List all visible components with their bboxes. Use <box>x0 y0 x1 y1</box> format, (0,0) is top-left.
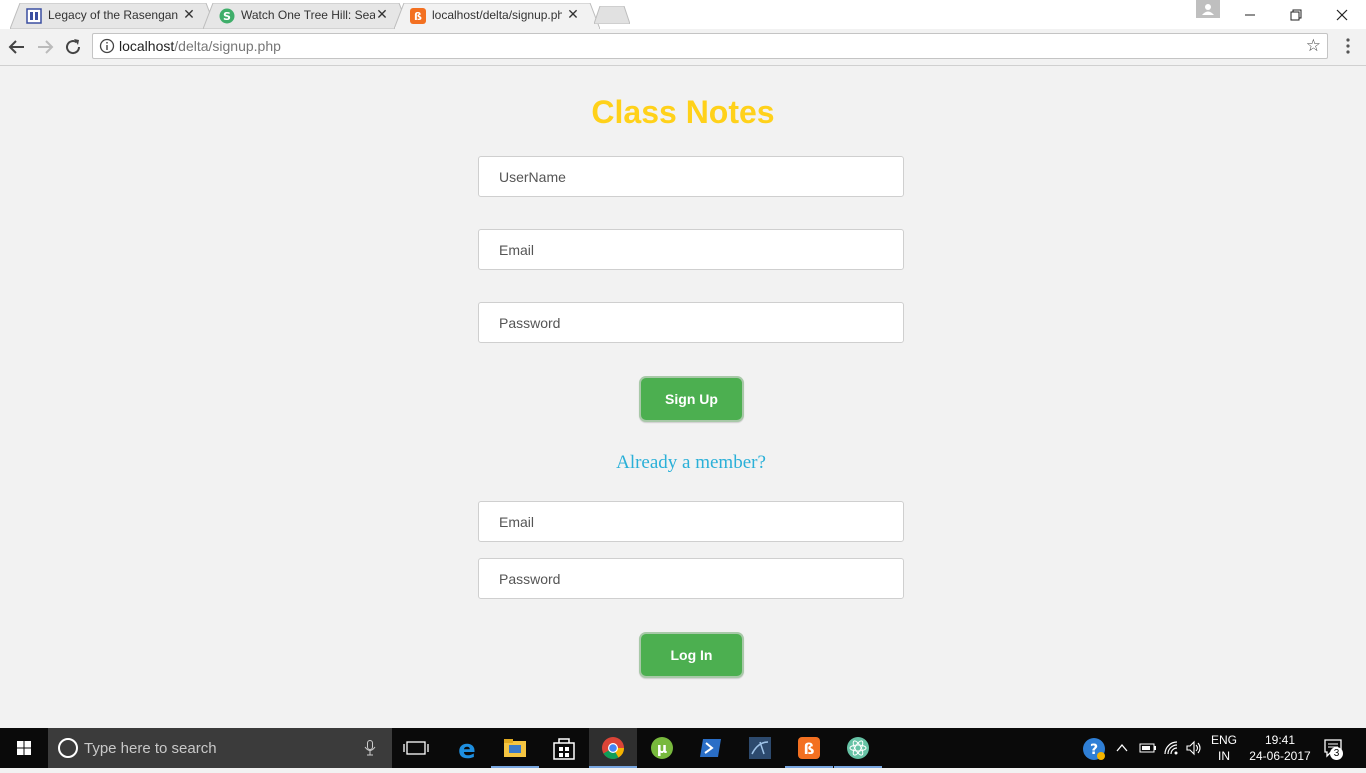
taskbar-atom[interactable] <box>834 728 882 768</box>
url-host: localhost <box>119 38 175 54</box>
svg-text:?: ? <box>1090 742 1098 758</box>
battery-icon[interactable] <box>1139 741 1157 755</box>
search-placeholder: Type here to search <box>84 740 217 757</box>
signup-username-input[interactable] <box>478 156 904 197</box>
cortana-icon <box>58 738 78 758</box>
volume-icon[interactable] <box>1185 740 1203 756</box>
utorrent-icon: µ <box>651 737 673 759</box>
clock-time: 19:41 <box>1264 733 1296 747</box>
taskbar-utorrent[interactable]: µ <box>638 728 686 768</box>
browser-toolbar: localhost/delta/signup.php ☆ <box>0 29 1366 66</box>
close-icon[interactable]: ✕ <box>566 6 580 23</box>
tab-title: localhost/delta/signup.ph <box>432 8 562 22</box>
svg-text:e: e <box>458 735 476 765</box>
close-icon[interactable]: ✕ <box>375 6 389 23</box>
region-code: IN <box>1218 749 1230 763</box>
bookmark-star-icon[interactable]: ☆ <box>1306 36 1321 56</box>
task-view-icon <box>403 741 429 755</box>
taskbar-xampp[interactable]: ß <box>785 728 833 768</box>
xampp-icon: ß <box>410 8 426 24</box>
language-code: ENG <box>1210 733 1237 747</box>
site-s-icon: S <box>219 8 235 24</box>
taskbar-store[interactable] <box>540 728 588 768</box>
signup-email-input[interactable] <box>478 229 904 270</box>
already-member-text: Already a member? <box>616 452 766 473</box>
atom-icon <box>847 737 869 759</box>
svg-text:µ: µ <box>657 741 667 757</box>
restore-button[interactable] <box>1273 0 1319 29</box>
edge-icon: e <box>458 735 476 765</box>
page-content: Class Notes Sign Up Already a member? Lo… <box>0 66 1366 728</box>
tab-signup[interactable]: ß localhost/delta/signup.ph ✕ <box>394 3 600 29</box>
close-icon[interactable]: ✕ <box>182 6 196 23</box>
new-tab-button[interactable] <box>594 6 630 24</box>
taskbar-search-box[interactable]: Type here to search <box>48 728 392 768</box>
store-bag-icon <box>553 738 575 760</box>
close-icon <box>1336 9 1348 21</box>
minimize-icon <box>1245 14 1255 16</box>
tab-legacy[interactable]: Legacy of the Rasengan | ✕ <box>10 3 216 29</box>
windows-taskbar: Type here to search e µ ß ? ENG IN 19:41… <box>0 728 1366 768</box>
info-icon[interactable] <box>99 38 115 54</box>
signup-password-input[interactable] <box>478 302 904 343</box>
login-email-input[interactable] <box>478 501 904 542</box>
arrow-right-icon <box>38 40 54 54</box>
clock-date: 24-06-2017 <box>1249 749 1311 763</box>
taskbar-edge[interactable]: e <box>443 728 491 768</box>
svg-text:ß: ß <box>414 10 422 23</box>
browser-tabstrip: Legacy of the Rasengan | ✕ S Watch One T… <box>0 0 1366 29</box>
taskbar-file-explorer[interactable] <box>491 728 539 768</box>
action-center-button[interactable]: 3 <box>1322 736 1346 760</box>
restore-icon <box>1290 9 1302 21</box>
person-icon <box>1202 4 1214 15</box>
sign-up-button[interactable]: Sign Up <box>639 376 744 422</box>
close-window-button[interactable] <box>1319 0 1365 29</box>
tab-title: Watch One Tree Hill: Sea <box>241 8 375 22</box>
mysql-workbench-icon <box>749 737 771 759</box>
xampp-icon: ß <box>798 737 820 759</box>
chrome-icon <box>602 737 624 759</box>
windows-logo-icon <box>17 741 31 755</box>
reload-button[interactable] <box>61 35 85 59</box>
address-bar[interactable]: localhost/delta/signup.php ☆ <box>92 33 1328 59</box>
clock[interactable]: 19:41 24-06-2017 <box>1244 732 1316 764</box>
task-view-button[interactable] <box>392 728 440 768</box>
profile-button[interactable] <box>1196 0 1220 18</box>
back-button[interactable] <box>5 35 29 59</box>
page-icon <box>26 8 42 24</box>
wifi-icon[interactable] <box>1163 740 1181 756</box>
browser-menu-button[interactable] <box>1340 36 1356 56</box>
log-in-button[interactable]: Log In <box>639 632 744 678</box>
taskbar-chrome[interactable] <box>589 728 637 768</box>
forward-button[interactable] <box>33 35 57 59</box>
powershell-icon <box>700 739 721 757</box>
more-vert-icon <box>1346 38 1350 54</box>
arrow-left-icon <box>8 40 24 54</box>
notification-count-badge: 3 <box>1330 747 1343 760</box>
svg-text:S: S <box>223 10 231 23</box>
url-path: /delta/signup.php <box>174 38 281 54</box>
taskbar-powershell[interactable] <box>687 728 735 768</box>
svg-text:ß: ß <box>804 740 815 758</box>
start-button[interactable] <box>0 728 48 768</box>
login-password-input[interactable] <box>478 558 904 599</box>
microphone-icon[interactable] <box>364 740 376 756</box>
url-text: localhost/delta/signup.php <box>119 38 281 54</box>
reload-icon <box>66 39 81 55</box>
chevron-up-icon[interactable] <box>1115 741 1129 755</box>
language-indicator[interactable]: ENG IN <box>1208 732 1240 764</box>
tab-one-tree-hill[interactable]: S Watch One Tree Hill: Sea ✕ <box>203 3 409 29</box>
page-title: Class Notes <box>591 94 775 130</box>
minimize-button[interactable] <box>1227 0 1273 29</box>
folder-icon <box>504 739 526 757</box>
tab-title: Legacy of the Rasengan | <box>48 8 182 22</box>
help-icon[interactable]: ? <box>1082 737 1106 761</box>
taskbar-mysql-workbench[interactable] <box>736 728 784 768</box>
